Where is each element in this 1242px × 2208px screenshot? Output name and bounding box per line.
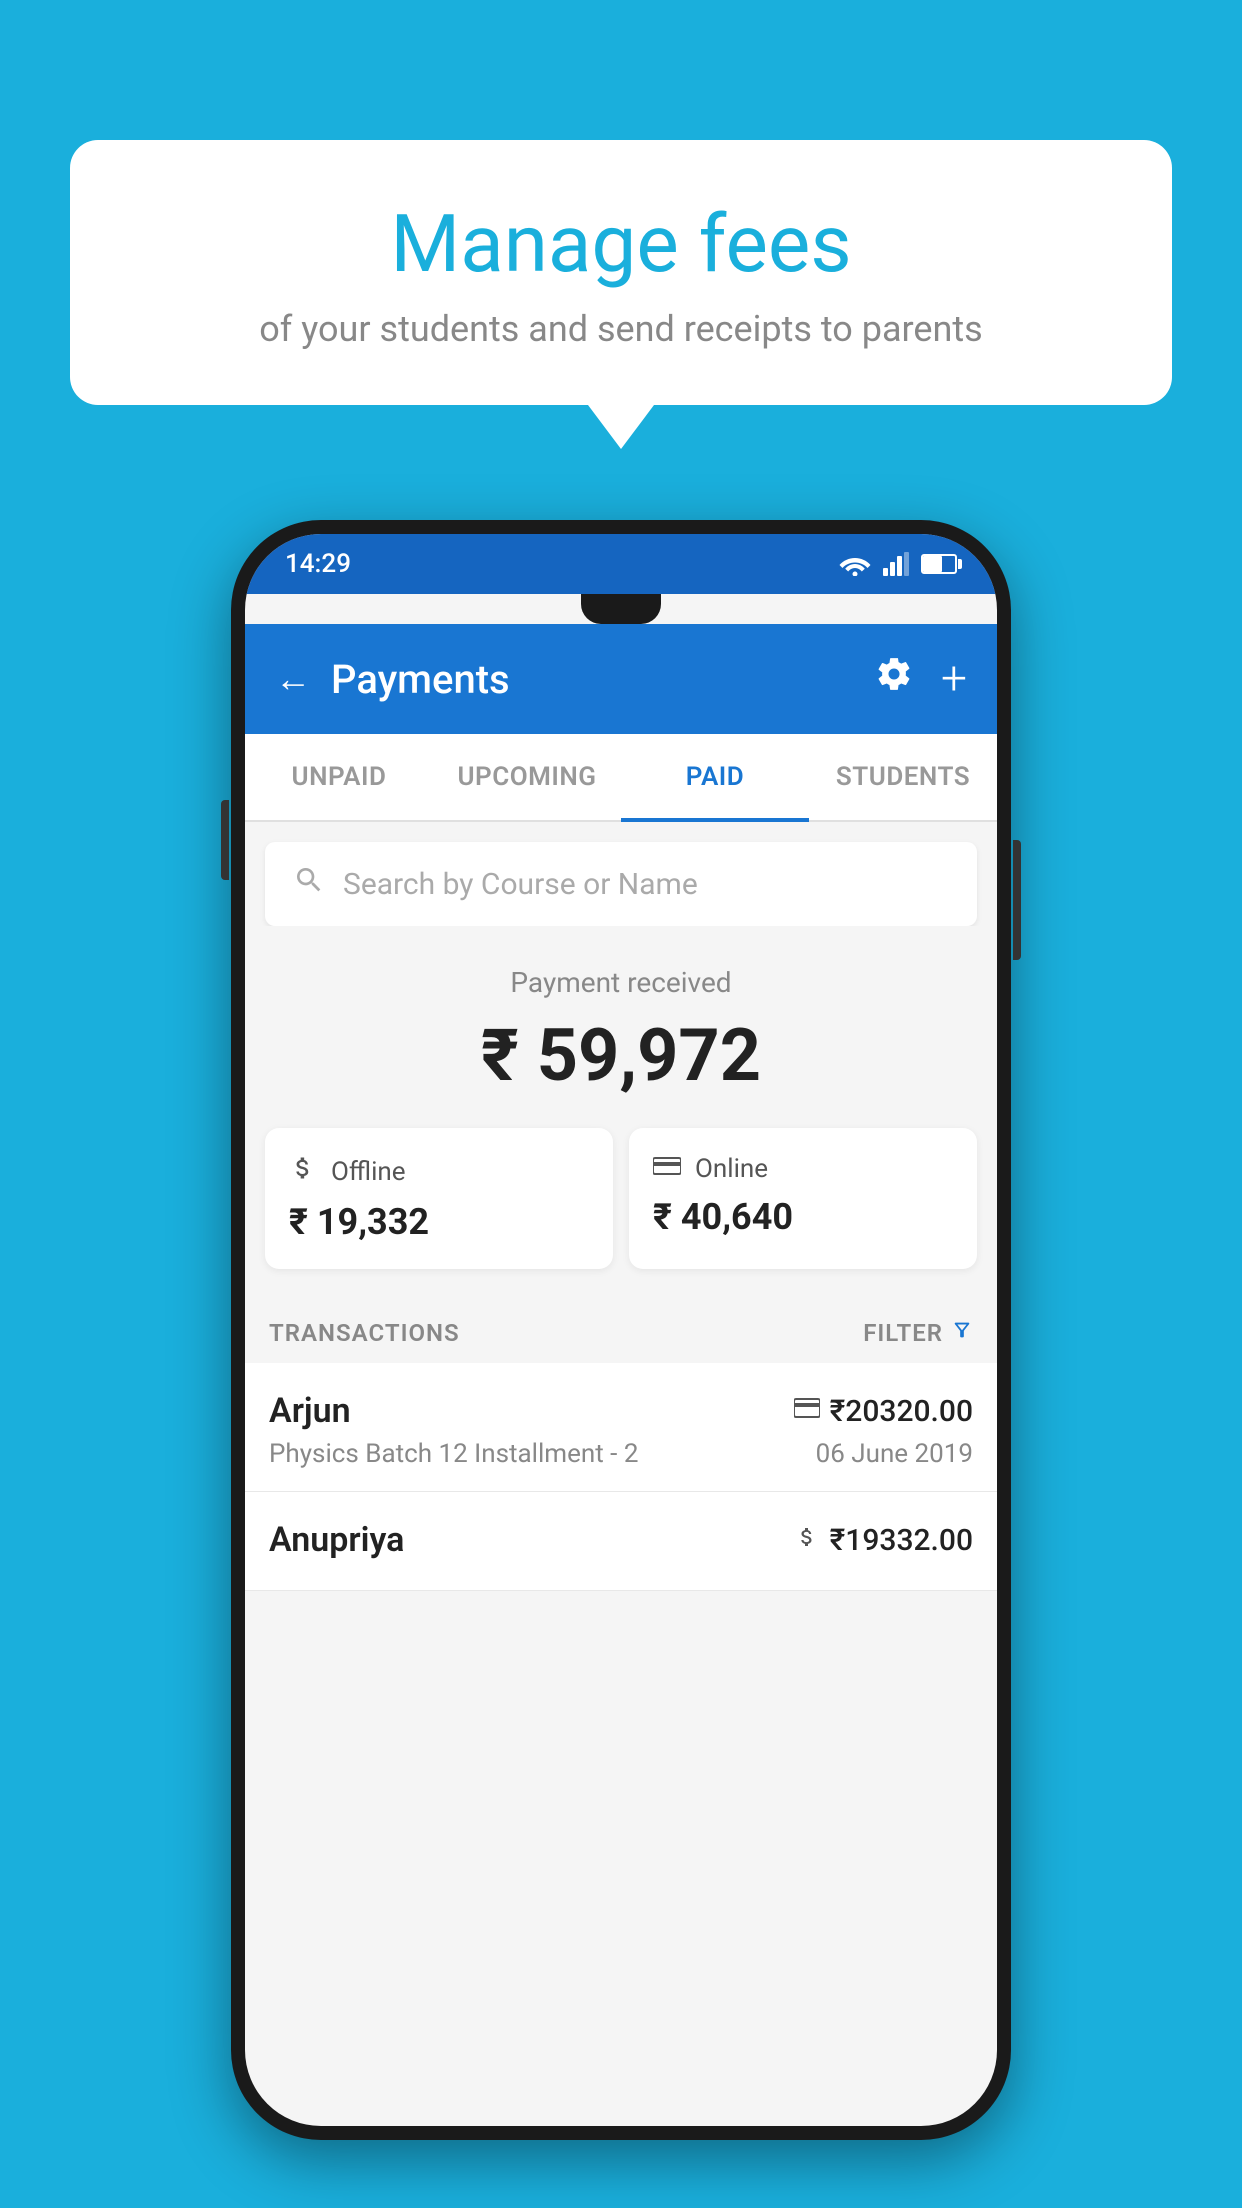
payment-summary: Payment received ₹ 59,972 xyxy=(245,926,997,1128)
payment-label: Payment received xyxy=(265,966,977,999)
back-button[interactable]: ← xyxy=(275,658,311,700)
transaction-date-arjun: 06 June 2019 xyxy=(816,1439,973,1469)
offline-amount: ₹ 19,332 xyxy=(289,1201,589,1243)
wifi-icon xyxy=(839,552,871,576)
filter-label: FILTER xyxy=(863,1319,943,1347)
payment-amount: ₹ 59,972 xyxy=(265,1013,977,1098)
transaction-amount-arjun-row: ₹20320.00 xyxy=(794,1394,973,1429)
tab-unpaid[interactable]: UNPAID xyxy=(245,734,433,820)
app-bar: ← Payments + xyxy=(245,624,997,734)
search-icon xyxy=(293,864,325,904)
transaction-amount-anupriya-row: ₹19332.00 xyxy=(794,1523,973,1558)
online-amount: ₹ 40,640 xyxy=(653,1196,953,1238)
settings-button[interactable] xyxy=(875,655,913,703)
transaction-course-arjun: Physics Batch 12 Installment - 2 xyxy=(269,1439,638,1469)
status-time: 14:29 xyxy=(285,549,351,579)
filter-icon xyxy=(951,1319,973,1347)
bubble-subtitle: of your students and send receipts to pa… xyxy=(130,308,1112,350)
speech-bubble: Manage fees of your students and send re… xyxy=(70,140,1172,405)
tabs-container: UNPAID UPCOMING PAID STUDENTS xyxy=(245,734,997,822)
offline-card: Offline ₹ 19,332 xyxy=(265,1128,613,1269)
phone-frame: 14:29 xyxy=(231,520,1011,2140)
online-card-header: Online xyxy=(653,1154,953,1184)
tab-paid[interactable]: PAID xyxy=(621,734,809,820)
transaction-amount-arjun: ₹20320.00 xyxy=(830,1394,973,1429)
offline-icon xyxy=(289,1154,317,1189)
status-icons xyxy=(839,552,957,576)
battery-icon xyxy=(921,554,957,574)
offline-card-header: Offline xyxy=(289,1154,589,1189)
online-icon xyxy=(653,1154,681,1184)
payment-cards: Offline ₹ 19,332 xyxy=(245,1128,997,1299)
add-button[interactable]: + xyxy=(941,652,967,706)
tab-students[interactable]: STUDENTS xyxy=(809,734,997,820)
filter-button[interactable]: FILTER xyxy=(863,1319,973,1347)
table-row[interactable]: Arjun ₹20320.00 xyxy=(245,1363,997,1492)
online-type: Online xyxy=(695,1154,768,1184)
transactions-label: TRANSACTIONS xyxy=(269,1319,460,1347)
transaction-icon-anupriya xyxy=(794,1525,820,1556)
tab-upcoming[interactable]: UPCOMING xyxy=(433,734,621,820)
signal-icon xyxy=(883,552,909,576)
transaction-name-arjun: Arjun xyxy=(269,1391,351,1431)
transaction-icon-arjun xyxy=(794,1396,820,1426)
transaction-list: Arjun ₹20320.00 xyxy=(245,1363,997,1591)
content-area: Search by Course or Name Payment receive… xyxy=(245,822,997,1591)
transaction-name-anupriya: Anupriya xyxy=(269,1520,404,1560)
offline-type: Offline xyxy=(331,1157,406,1187)
app-bar-actions: + xyxy=(875,652,967,706)
speech-bubble-container: Manage fees of your students and send re… xyxy=(70,140,1172,405)
status-bar: 14:29 xyxy=(245,534,997,594)
phone-container: 14:29 xyxy=(231,520,1011,2140)
table-row[interactable]: Anupriya ₹19332.00 xyxy=(245,1492,997,1591)
search-bar[interactable]: Search by Course or Name xyxy=(265,842,977,926)
search-placeholder: Search by Course or Name xyxy=(343,867,698,902)
notch xyxy=(581,594,661,624)
transaction-amount-anupriya: ₹19332.00 xyxy=(830,1523,973,1558)
app-title: Payments xyxy=(331,656,875,703)
transactions-header: TRANSACTIONS FILTER xyxy=(245,1299,997,1363)
phone-screen: 14:29 xyxy=(245,534,997,2126)
bubble-title: Manage fees xyxy=(130,200,1112,288)
online-card: Online ₹ 40,640 xyxy=(629,1128,977,1269)
